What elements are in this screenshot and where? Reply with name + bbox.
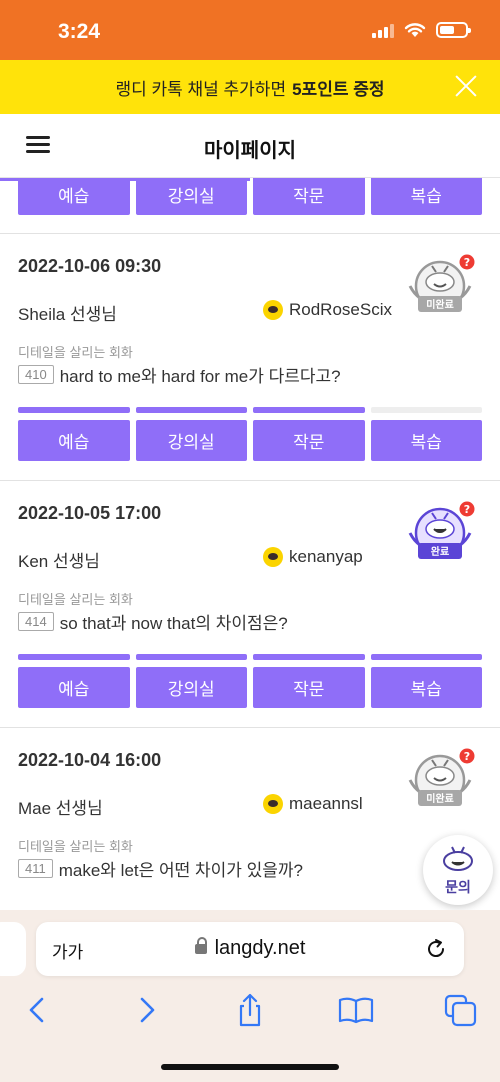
address-bar[interactable]: 가가 langdy.net	[36, 922, 464, 976]
lesson-card: 2022-10-05 17:00 Ken 선생님 kenanyap 디테일을 살…	[0, 481, 500, 727]
kakao-id-text: RodRoseScix	[289, 300, 392, 319]
lesson-actions-row: 예습 강의실 작문 복습	[18, 178, 482, 215]
lesson-actions-row: 예습 강의실 작문 복습	[18, 420, 482, 461]
help-mark: ?	[464, 750, 470, 763]
cellular-signal-icon	[372, 22, 394, 38]
home-indicator	[161, 1064, 339, 1070]
help-mark: ?	[464, 503, 470, 516]
progress-segment	[135, 654, 247, 660]
wifi-icon	[404, 23, 426, 37]
lesson-category: 디테일을 살리는 회화	[18, 345, 133, 360]
url-display[interactable]: langdy.net	[36, 937, 464, 960]
preview-button[interactable]: 예습	[18, 667, 130, 708]
progress-segment	[253, 407, 365, 413]
banner-text: 랭디 카톡 채널 추가하면	[115, 79, 287, 99]
page-header: 마이페이지	[0, 114, 500, 178]
kakao-icon	[263, 794, 283, 814]
status-icons	[372, 22, 471, 38]
page-title: 마이페이지	[204, 140, 296, 162]
lesson-question-text: hard to me와 hard for me가 다르다고?	[59, 367, 341, 386]
progress-segment	[370, 654, 482, 660]
lesson-date: 2022-10-04 16:00	[18, 750, 162, 770]
reload-icon[interactable]	[424, 937, 448, 961]
status-time: 3:24	[58, 20, 101, 43]
browser-toolbar	[0, 990, 500, 1034]
lesson-question-text: make와 let은 어떤 차이가 있을까?	[58, 861, 304, 880]
kakao-icon	[263, 547, 283, 567]
lesson-number: 414	[18, 612, 54, 631]
lesson-date: 2022-10-05 17:00	[18, 503, 162, 523]
review-button[interactable]: 복습	[370, 178, 482, 215]
back-icon[interactable]	[18, 990, 58, 1030]
kakao-id-text: maeannsl	[289, 794, 363, 813]
lesson-number: 410	[18, 365, 54, 384]
lesson-card: 2022-10-06 09:30 Sheila 선생님 RodRoseScix …	[0, 234, 500, 480]
teacher-name: Sheila 선생님	[18, 305, 117, 324]
writing-button[interactable]: 작문	[253, 178, 365, 215]
forward-icon[interactable]	[126, 990, 166, 1030]
progress-segment	[18, 407, 130, 413]
complete-badge-icon[interactable]: 완료 ?	[404, 501, 476, 571]
lesson-list[interactable]: 예습 강의실 작문 복습 2022-10-06 09:30 Sheila 선생님…	[0, 178, 500, 910]
browser-chrome: 가가 langdy.net	[0, 910, 500, 1082]
lesson-number: 411	[18, 859, 53, 878]
kakao-channel-banner[interactable]: 랭디 카톡 채널 추가하면 5포인트 증정	[0, 60, 500, 114]
incomplete-badge-icon[interactable]: 미완료 ?	[404, 748, 476, 818]
lesson-category: 디테일을 살리는 회화	[18, 839, 133, 854]
status-bar: 3:24	[0, 0, 500, 60]
inquiry-label: 문의	[445, 879, 471, 895]
bookmarks-icon[interactable]	[336, 990, 376, 1030]
url-text: langdy.net	[214, 937, 306, 959]
help-mark: ?	[464, 256, 470, 269]
preview-button[interactable]: 예습	[18, 420, 130, 461]
incomplete-badge-icon[interactable]: 미완료 ?	[404, 254, 476, 324]
writing-button[interactable]: 작문	[253, 667, 365, 708]
badge-status-text: 미완료	[426, 792, 454, 805]
review-button[interactable]: 복습	[370, 420, 482, 461]
banner-highlight: 5포인트 증정	[292, 79, 385, 99]
lesson-question-text: so that과 now that의 차이점은?	[59, 614, 288, 633]
battery-icon	[436, 22, 471, 38]
progress-segment	[18, 654, 130, 660]
progress-segment	[370, 407, 482, 413]
kakao-id[interactable]: kenanyap	[263, 547, 363, 567]
previous-tab-peek[interactable]	[0, 922, 26, 976]
teacher-name: Mae 선생님	[18, 799, 103, 818]
share-icon[interactable]	[230, 990, 270, 1030]
classroom-button[interactable]: 강의실	[135, 420, 247, 461]
banner-close-icon[interactable]	[454, 74, 478, 98]
badge-status-text: 완료	[431, 545, 449, 558]
teacher-name: Ken 선생님	[18, 552, 100, 571]
lesson-question: 411 make와 let은 어떤 차이가 있을까?	[18, 856, 303, 881]
lock-icon	[194, 937, 207, 954]
preview-button[interactable]: 예습	[18, 178, 130, 215]
lesson-actions-row: 예습 강의실 작문 복습	[18, 667, 482, 708]
review-button[interactable]: 복습	[370, 667, 482, 708]
tabs-icon[interactable]	[442, 990, 482, 1030]
lesson-category: 디테일을 살리는 회화	[18, 592, 133, 607]
kakao-id[interactable]: maeannsl	[263, 794, 363, 814]
classroom-button[interactable]: 강의실	[135, 667, 247, 708]
inquiry-button[interactable]: 문의	[423, 835, 493, 905]
kakao-id-text: kenanyap	[289, 547, 363, 566]
progress-segment	[135, 407, 247, 413]
writing-button[interactable]: 작문	[253, 420, 365, 461]
mascot-icon	[443, 846, 473, 871]
lesson-date: 2022-10-06 09:30	[18, 256, 162, 276]
classroom-button[interactable]: 강의실	[135, 178, 247, 215]
kakao-id[interactable]: RodRoseScix	[263, 300, 392, 320]
lesson-question: 410 hard to me와 hard for me가 다르다고?	[18, 362, 341, 387]
lesson-question: 414 so that과 now that의 차이점은?	[18, 609, 288, 634]
kakao-icon	[263, 300, 283, 320]
progress-bars	[18, 407, 482, 413]
badge-status-text: 미완료	[426, 298, 454, 311]
progress-segment	[253, 654, 365, 660]
progress-bars	[18, 654, 482, 660]
